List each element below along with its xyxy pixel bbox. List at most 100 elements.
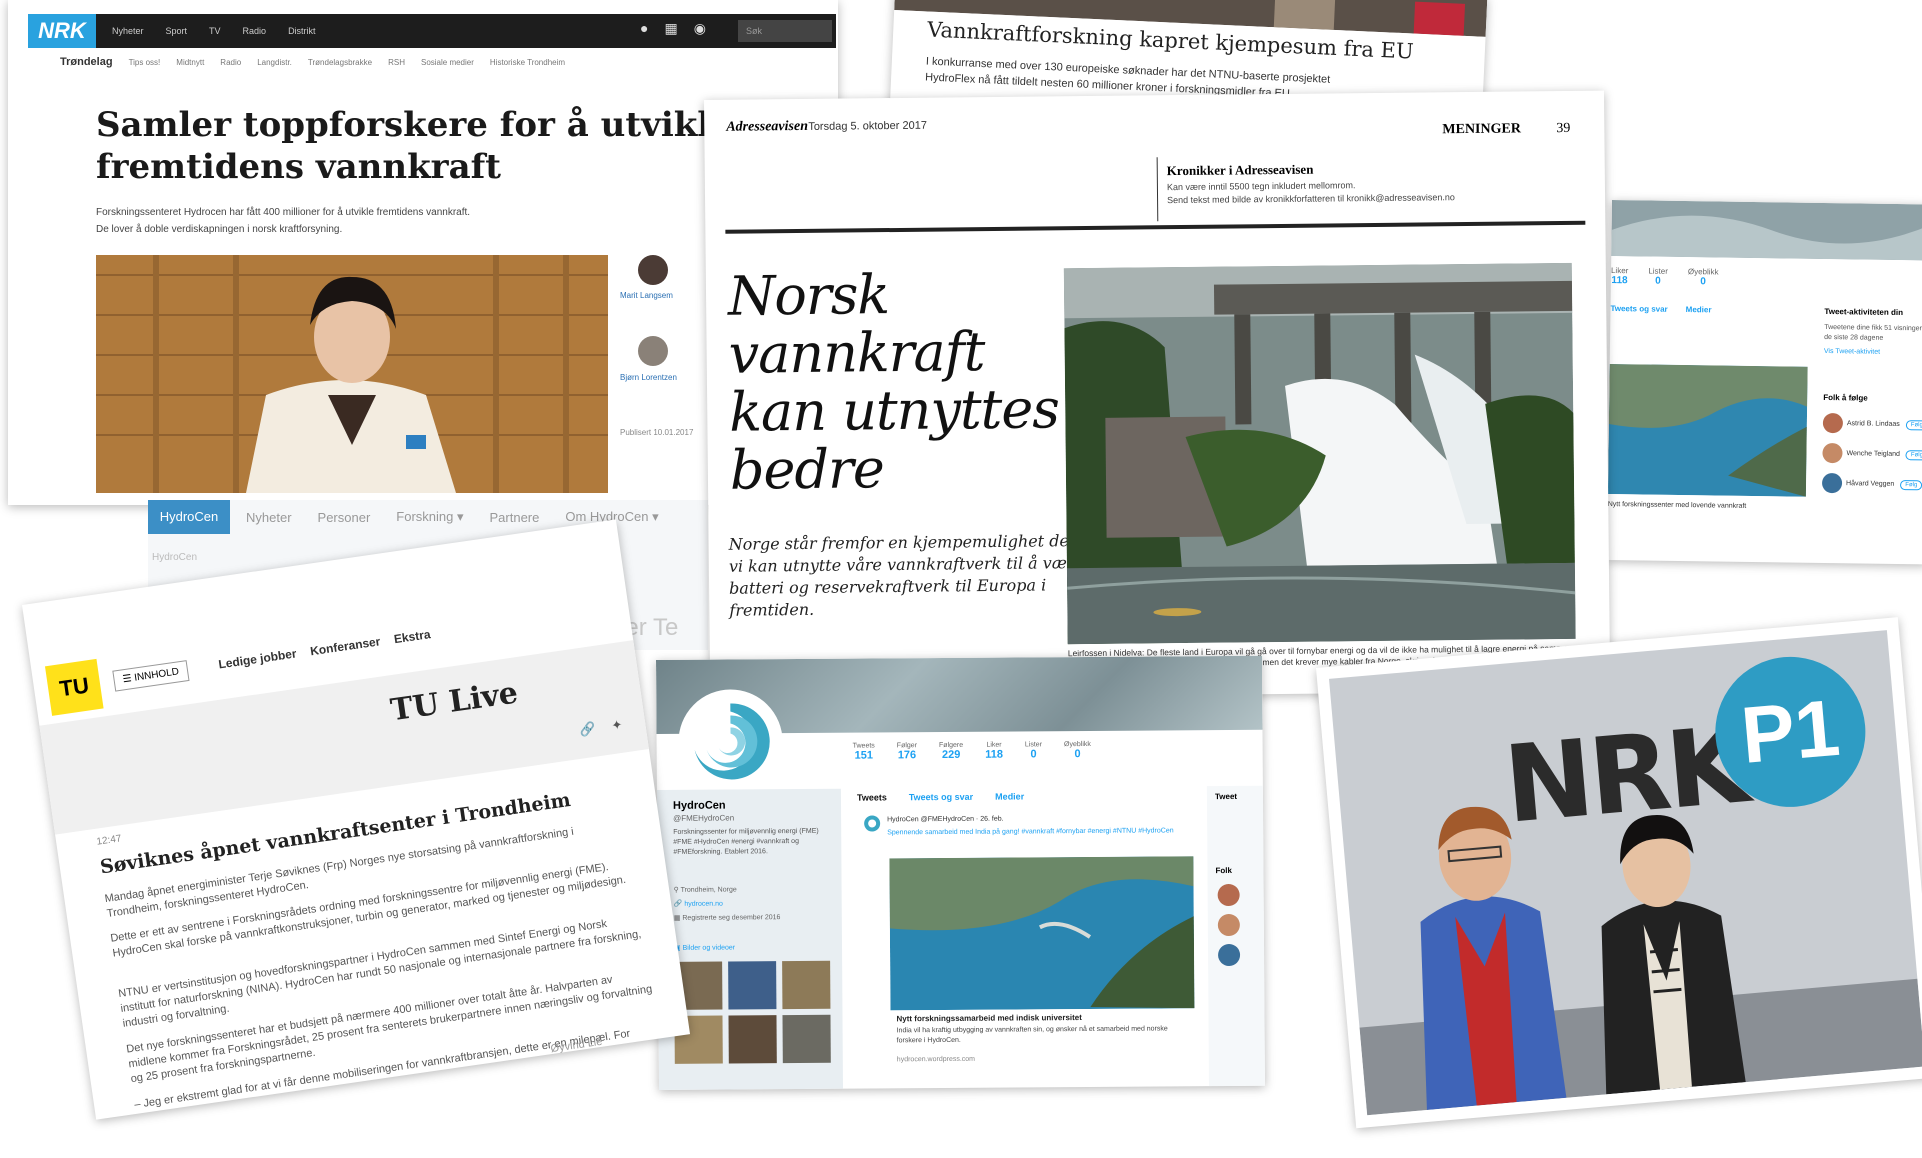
media-thumb[interactable] [728,961,777,1010]
op-ed-title: Norsk vannkraft kan utnyttes bedre [727,263,1060,502]
follow-button[interactable]: Følg [1905,449,1922,461]
tweet-activity-link[interactable]: Vis Tweet-aktivitet [1824,347,1922,358]
subnav-item[interactable]: Midtnytt [176,58,204,67]
media-thumb[interactable] [782,1014,831,1064]
stat-lists[interactable]: Lister 0 [1025,741,1042,760]
stat-lists[interactable]: Lister 0 [1648,267,1668,287]
avatar[interactable] [1217,943,1241,967]
tweet-author-avatar-icon[interactable] [863,814,881,832]
tab-tweets-replies[interactable]: Tweets og svar [909,792,973,802]
nav-sport[interactable]: Sport [166,26,188,36]
stat-followers[interactable]: Følgere 229 [939,742,963,761]
stat-likes[interactable]: Liker 118 [1611,266,1628,286]
two-people-figures [1359,806,1922,1116]
avatar[interactable] [1822,442,1843,464]
tab-hydrocen[interactable]: HydroCen [148,500,230,534]
tweet-fjord-dam-photo[interactable] [889,856,1195,1011]
breadcrumb[interactable]: HydroCen [152,552,197,563]
subnav-item[interactable]: Sosiale medier [421,58,474,67]
hydrocen-avatar[interactable] [678,689,783,794]
subnav-item[interactable]: Radio [220,58,241,67]
search-input[interactable]: Søk [738,20,832,42]
twitter-bird-icon[interactable]: ✦ [610,717,623,734]
nrk-topbar: NRK Nyheter Sport TV Radio Distrikt ● ▦ … [28,14,836,48]
photos-videos-link[interactable]: ▣ Bilder og videoer [674,943,735,951]
region-title[interactable]: Trøndelag [60,56,113,68]
tweet-card-text: India vil ha kraftig utbygging av vannkr… [896,1025,1168,1045]
tweet-header[interactable]: HydroCen @FMEHydroCen · 26. feb. [887,816,1003,824]
menu-grid-icon[interactable]: ▦ [664,20,677,37]
nav-konferanser[interactable]: Konferanser [309,634,381,658]
profile-link[interactable]: 🔗 hydrocen.no [674,900,723,908]
nav-radio[interactable]: Radio [243,26,267,36]
tab-personer[interactable]: Personer [318,510,371,525]
nrk-nav-icons: ● ▦ ◉ [640,20,706,37]
tab-tweets-replies[interactable]: Tweets og svar [1610,304,1667,314]
media-thumb[interactable] [728,1015,777,1064]
nrk-p1-studio-photo: NRK P1 [1316,617,1922,1129]
tab-tweets[interactable]: Tweets [857,792,887,802]
column-divider [1156,157,1159,222]
subnav-item[interactable]: Historiske Trondheim [490,58,565,67]
subnav-item[interactable]: Langdistr. [257,58,292,67]
profile-handle[interactable]: @FMEHydroCen [673,813,734,822]
tweet-card-title[interactable]: Nytt forskningssamarbeid med indisk univ… [896,1013,1081,1023]
tab-nyheter[interactable]: Nyheter [246,510,292,525]
profile-name[interactable]: HydroCen [673,800,726,812]
tv-icon[interactable]: ◉ [694,20,706,37]
subnav-item[interactable]: RSH [388,58,405,67]
page-number: 39 [1556,120,1571,137]
profile-location: ⚲ Trondheim, Norge [673,886,737,894]
tab-partnere[interactable]: Partnere [490,510,540,525]
media-thumb[interactable] [782,960,831,1010]
published-date: Publisert 10.01.2017 [620,428,694,437]
follow-button[interactable]: Følg [1905,419,1922,431]
tab-forskning[interactable]: Forskning ▾ [396,509,463,525]
nav-ekstra[interactable]: Ekstra [393,627,431,646]
tab-media[interactable]: Medier [995,791,1024,801]
subnav-item[interactable]: Tips oss! [129,58,161,67]
nav-ledige-jobber[interactable]: Ledige jobber [218,646,298,671]
stat-following[interactable]: Følger 176 [897,742,917,761]
lead-line: De lover å doble verdiskapningen i norsk… [96,224,343,235]
link-icon: 🔗 [673,900,685,908]
tu-logo[interactable]: TU [44,658,104,716]
follow-button[interactable]: Følg [1900,479,1922,491]
tu-nav: Ledige jobber Konferanser Ekstra [218,627,432,671]
tweet-link-caption[interactable]: Nytt forskningssenter med lovende vannkr… [1608,500,1808,513]
innhold-menu-button[interactable]: ☰ INNHOLD [112,660,190,692]
stat-tweets[interactable]: Tweets 151 [853,742,875,761]
op-ed-ingress: Norge står fremfor en kjempemulighet der… [728,531,1085,620]
avatar[interactable] [1217,913,1240,937]
follow-suggestion: Håvard Veggen Følg [1821,472,1922,494]
calendar-icon: ▦ [673,914,683,922]
location-pin-icon: ⚲ [673,886,681,894]
author-name[interactable]: Marit Langsem [620,290,673,301]
waterfall-dam-photo [1063,262,1576,645]
user-icon[interactable]: ● [640,20,648,37]
link-icon[interactable]: 🔗 [578,721,596,739]
author-name[interactable]: Bjørn Lorentzen [620,372,677,383]
nav-distrikt[interactable]: Distrikt [288,26,316,36]
subnav-item[interactable]: Trøndelagsbrakke [308,58,372,67]
heavy-rule [725,220,1586,234]
newspaper-masthead: Adresseavisen [726,118,809,135]
stat-likes[interactable]: Liker 118 [985,742,1003,761]
tweet-card-source[interactable]: hydrocen.wordpress.com [897,1056,975,1064]
author-avatar [638,255,668,285]
tweet-activity-heading: Tweet-aktiviteten din [1824,306,1904,318]
avatar[interactable] [1217,883,1240,907]
profile-stats: Liker 118 Lister 0 Øyeblikk 0 [1611,266,1719,288]
nrk-logo[interactable]: NRK [28,14,96,48]
hydrocen-twitter-profile: Tweets 151 Følger 176 Følgere 229 Liker 118 … [656,655,1265,1090]
kronikk-heading: Kronikker i Adresseavisen [1166,161,1314,179]
avatar[interactable] [1821,472,1843,494]
stat-moments[interactable]: Øyeblikk 0 [1688,267,1719,287]
avatar[interactable] [1822,412,1844,434]
profile-tabs: Tweets og svar Medier [1610,304,1711,314]
tab-media[interactable]: Medier [1686,305,1712,314]
nav-tv[interactable]: TV [209,26,221,36]
nav-nyheter[interactable]: Nyheter [112,26,144,36]
follow-suggestion: Wenche Teigland Følg [1822,442,1922,464]
stat-moments[interactable]: Øyeblikk 0 [1064,741,1091,760]
